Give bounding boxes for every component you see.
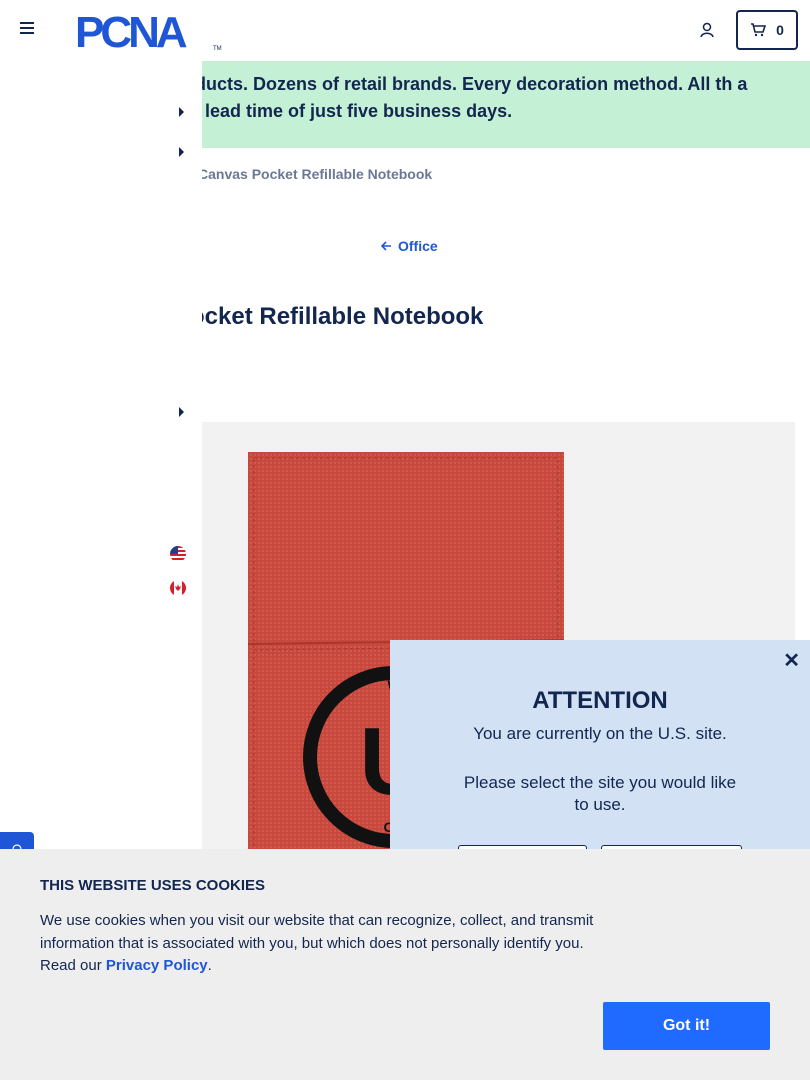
cookie-period: . xyxy=(207,957,212,974)
close-icon[interactable]: ✕ xyxy=(783,648,800,673)
logo-tm: TM xyxy=(213,46,222,52)
cookie-banner: THIS WEBSITE USES COOKIES We use cookies… xyxy=(0,849,810,1080)
arrow-left-icon xyxy=(381,241,391,251)
back-link[interactable]: Office xyxy=(381,238,438,254)
cookie-text: We use cookies when you visit our websit… xyxy=(40,910,610,978)
menu-icon[interactable] xyxy=(20,22,36,38)
site-header: PCNA TM 0 xyxy=(0,0,810,61)
product-title: ocket Refillable Notebook xyxy=(190,303,484,330)
accept-cookies-button[interactable]: Got it! xyxy=(603,1002,770,1050)
canada-flag-icon[interactable] xyxy=(170,580,186,596)
logo-text: PCNA xyxy=(75,10,187,52)
chevron-right-icon[interactable] xyxy=(179,107,184,117)
modal-current-site-text: You are currently on the U.S. site. xyxy=(473,724,727,743)
chevron-right-icon[interactable] xyxy=(179,147,184,157)
cart-icon xyxy=(751,23,767,37)
cart-count: 0 xyxy=(776,22,784,38)
account-icon[interactable] xyxy=(699,21,717,39)
banner-text: ls of products. Dozens of retail brands.… xyxy=(124,74,748,121)
pcna-logo[interactable]: PCNA TM xyxy=(75,8,225,57)
breadcrumb-current[interactable]: Canvas Pocket Refillable Notebook xyxy=(198,166,432,182)
back-link-label: Office xyxy=(398,238,438,254)
cookie-title: THIS WEBSITE USES COOKIES xyxy=(40,877,266,894)
us-flag-icon[interactable] xyxy=(170,546,186,562)
cart-button[interactable]: 0 xyxy=(736,10,798,50)
modal-instruction-text: Please select the site you would like to… xyxy=(463,773,737,814)
chevron-right-icon[interactable] xyxy=(179,407,184,417)
modal-title: ATTENTION xyxy=(532,687,668,714)
privacy-policy-link[interactable]: Privacy Policy xyxy=(106,957,208,974)
page: PCNA TM 0 ls of products. Dozens of reta… xyxy=(0,0,810,1080)
